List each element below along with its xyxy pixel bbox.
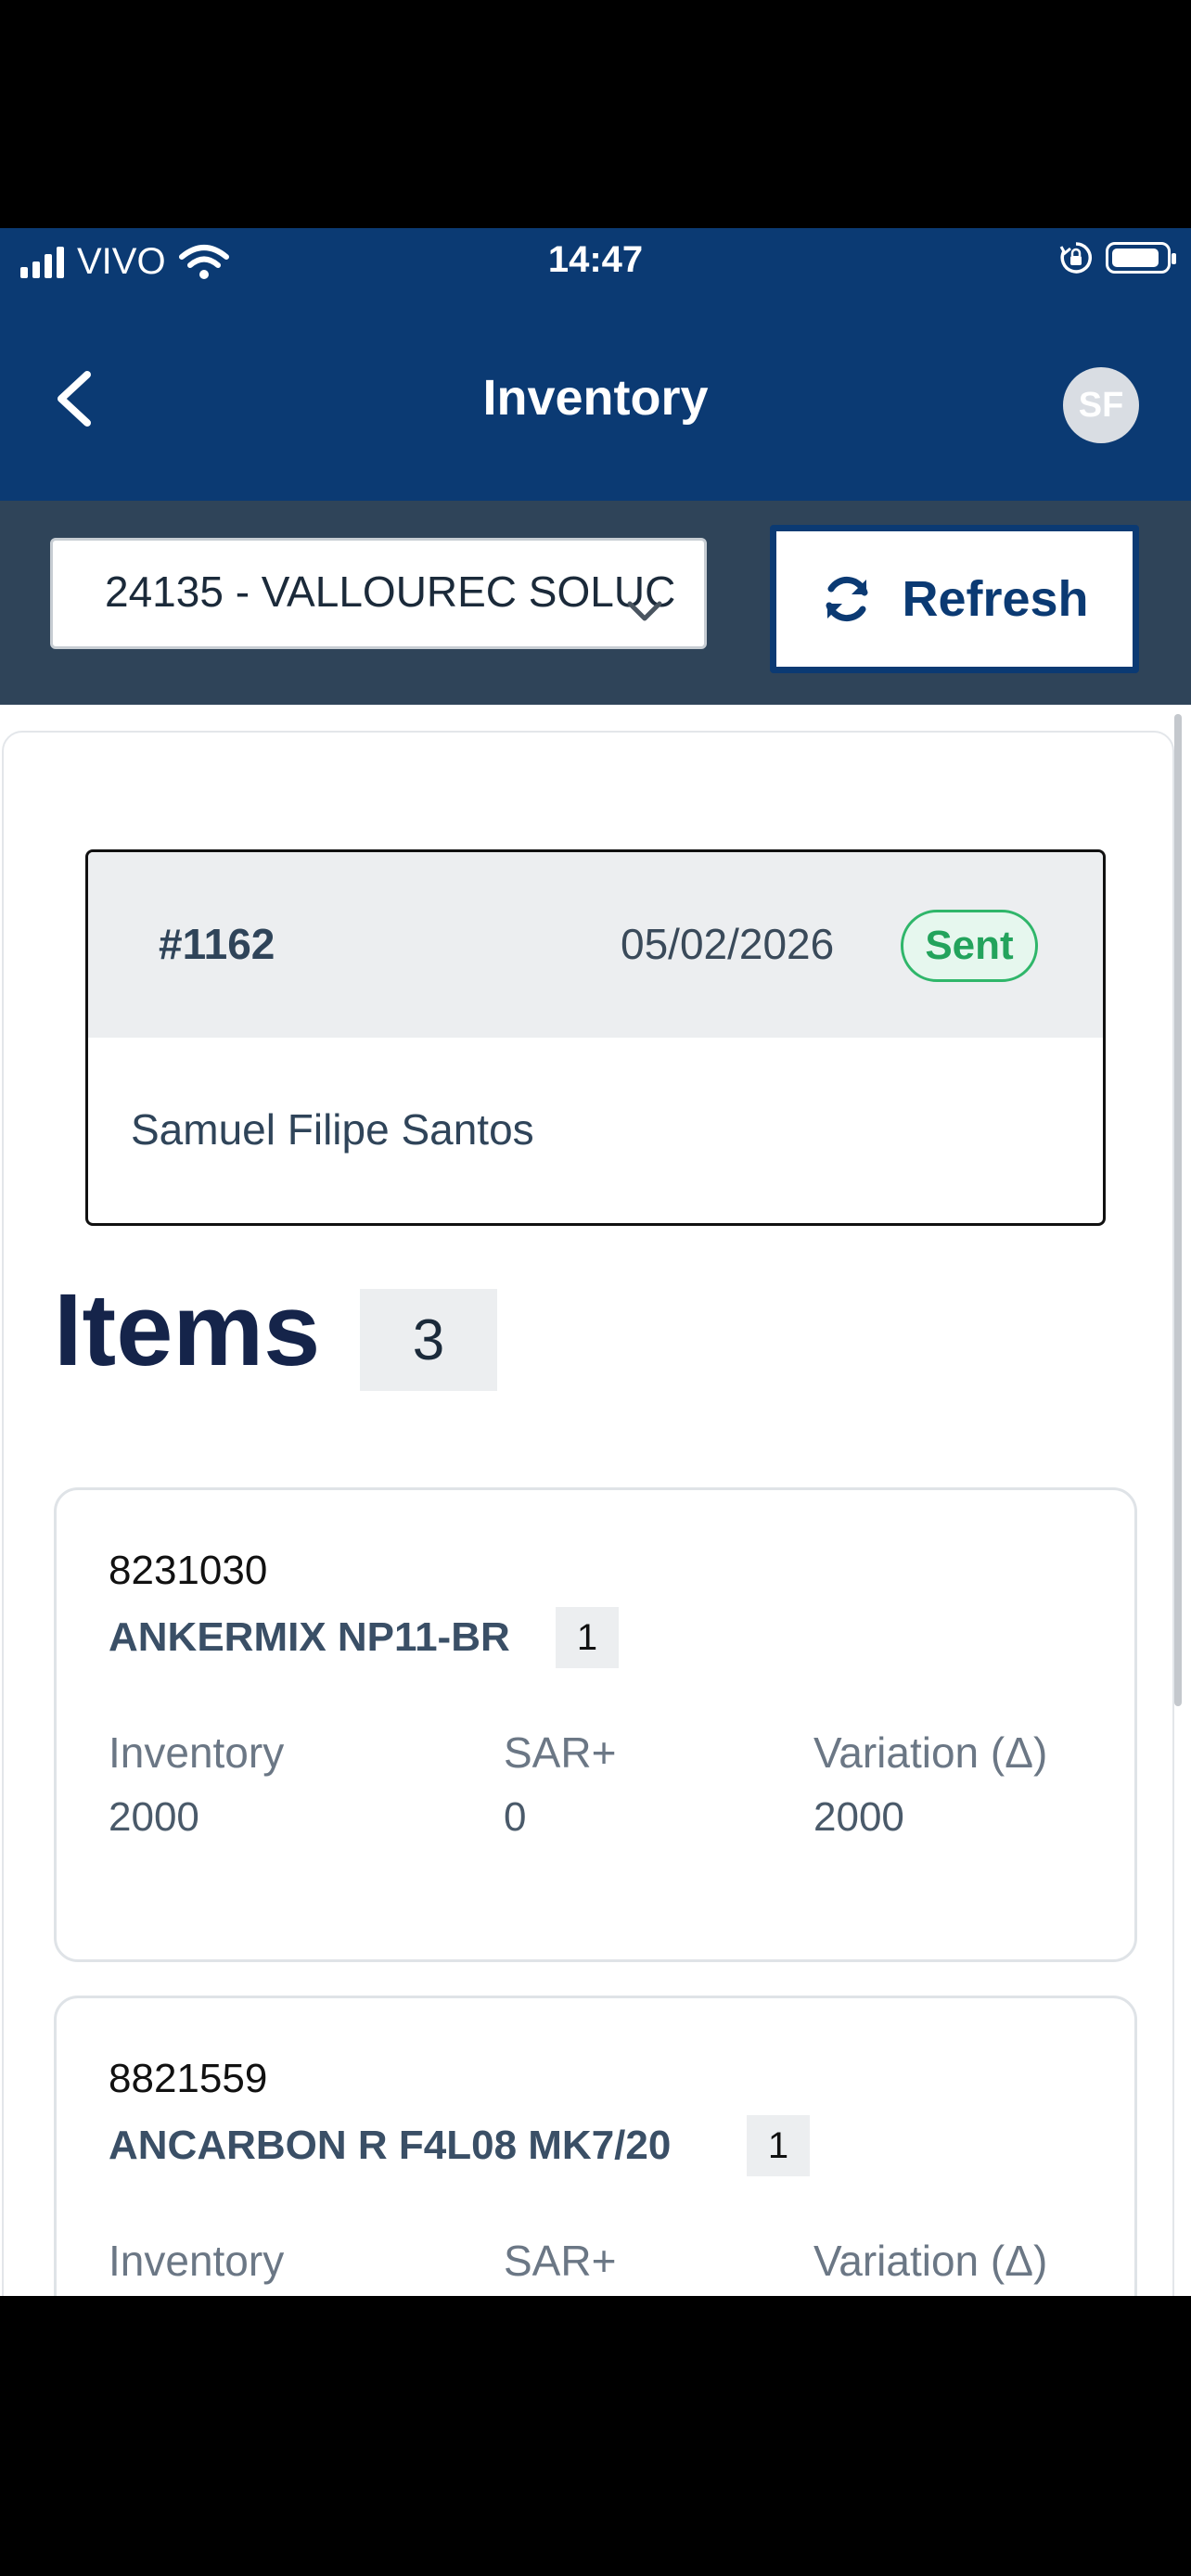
- status-bar: VIVO 14:47: [0, 228, 1191, 295]
- page-title: Inventory: [482, 370, 709, 426]
- inventory-card-header: #1162 05/02/2026 Sent: [88, 852, 1103, 1038]
- variation-value: 2000: [813, 1794, 904, 1840]
- inventory-user: Samuel Filipe Santos: [131, 1105, 534, 1154]
- status-time: 14:47: [547, 239, 644, 280]
- orientation-lock-icon: [1059, 242, 1092, 274]
- status-badge: Sent: [901, 910, 1038, 982]
- status-right: [1059, 241, 1176, 274]
- site-select[interactable]: 24135 - VALLOUREC SOLUC: [50, 538, 707, 649]
- toolbar: 24135 - VALLOUREC SOLUC Refresh: [0, 501, 1191, 705]
- items-count: 3: [360, 1289, 497, 1391]
- site-select-value: 24135 - VALLOUREC SOLUC: [105, 567, 676, 616]
- sar-value: 0: [504, 1794, 527, 1840]
- chevron-down-icon: [627, 601, 662, 621]
- inventory-value: 2000: [109, 1794, 199, 1840]
- variation-label: Variation (Δ): [813, 2237, 1048, 2285]
- nav-header: Inventory SF: [0, 295, 1191, 501]
- item-code: 8231030: [109, 1548, 268, 1593]
- inventory-label: Inventory: [109, 1728, 285, 1777]
- variation-label: Variation (Δ): [813, 1728, 1048, 1777]
- avatar[interactable]: SF: [1063, 367, 1139, 443]
- items-heading: Items: [54, 1273, 321, 1387]
- item-card[interactable]: 8821559 ANCARBON R F4L08 MK7/20 1 Invent…: [54, 1996, 1137, 2296]
- refresh-button[interactable]: Refresh: [770, 525, 1139, 673]
- item-name: ANCARBON R F4L08 MK7/20: [109, 2123, 672, 2168]
- item-qty: 1: [556, 1607, 619, 1668]
- item-qty: 1: [747, 2115, 810, 2176]
- item-code: 8821559: [109, 2056, 268, 2101]
- inventory-card[interactable]: #1162 05/02/2026 Sent Samuel Filipe Sant…: [85, 849, 1106, 1226]
- app-screen: VIVO 14:47 Inventory SF 24135 - VALLOURE…: [0, 228, 1191, 2296]
- sar-label: SAR+: [504, 1728, 617, 1777]
- item-card[interactable]: 8231030 ANKERMIX NP11-BR 1 Inventory SAR…: [54, 1487, 1137, 1962]
- sar-label: SAR+: [504, 2237, 617, 2285]
- battery-icon: [1106, 242, 1176, 274]
- inventory-label: Inventory: [109, 2237, 285, 2285]
- refresh-icon: [826, 576, 868, 622]
- scrollbar[interactable]: [1174, 714, 1182, 1706]
- inventory-date: 05/02/2026: [621, 920, 835, 968]
- refresh-label: Refresh: [902, 571, 1089, 627]
- item-name: ANKERMIX NP11-BR: [109, 1614, 510, 1660]
- inventory-id: #1162: [159, 920, 275, 968]
